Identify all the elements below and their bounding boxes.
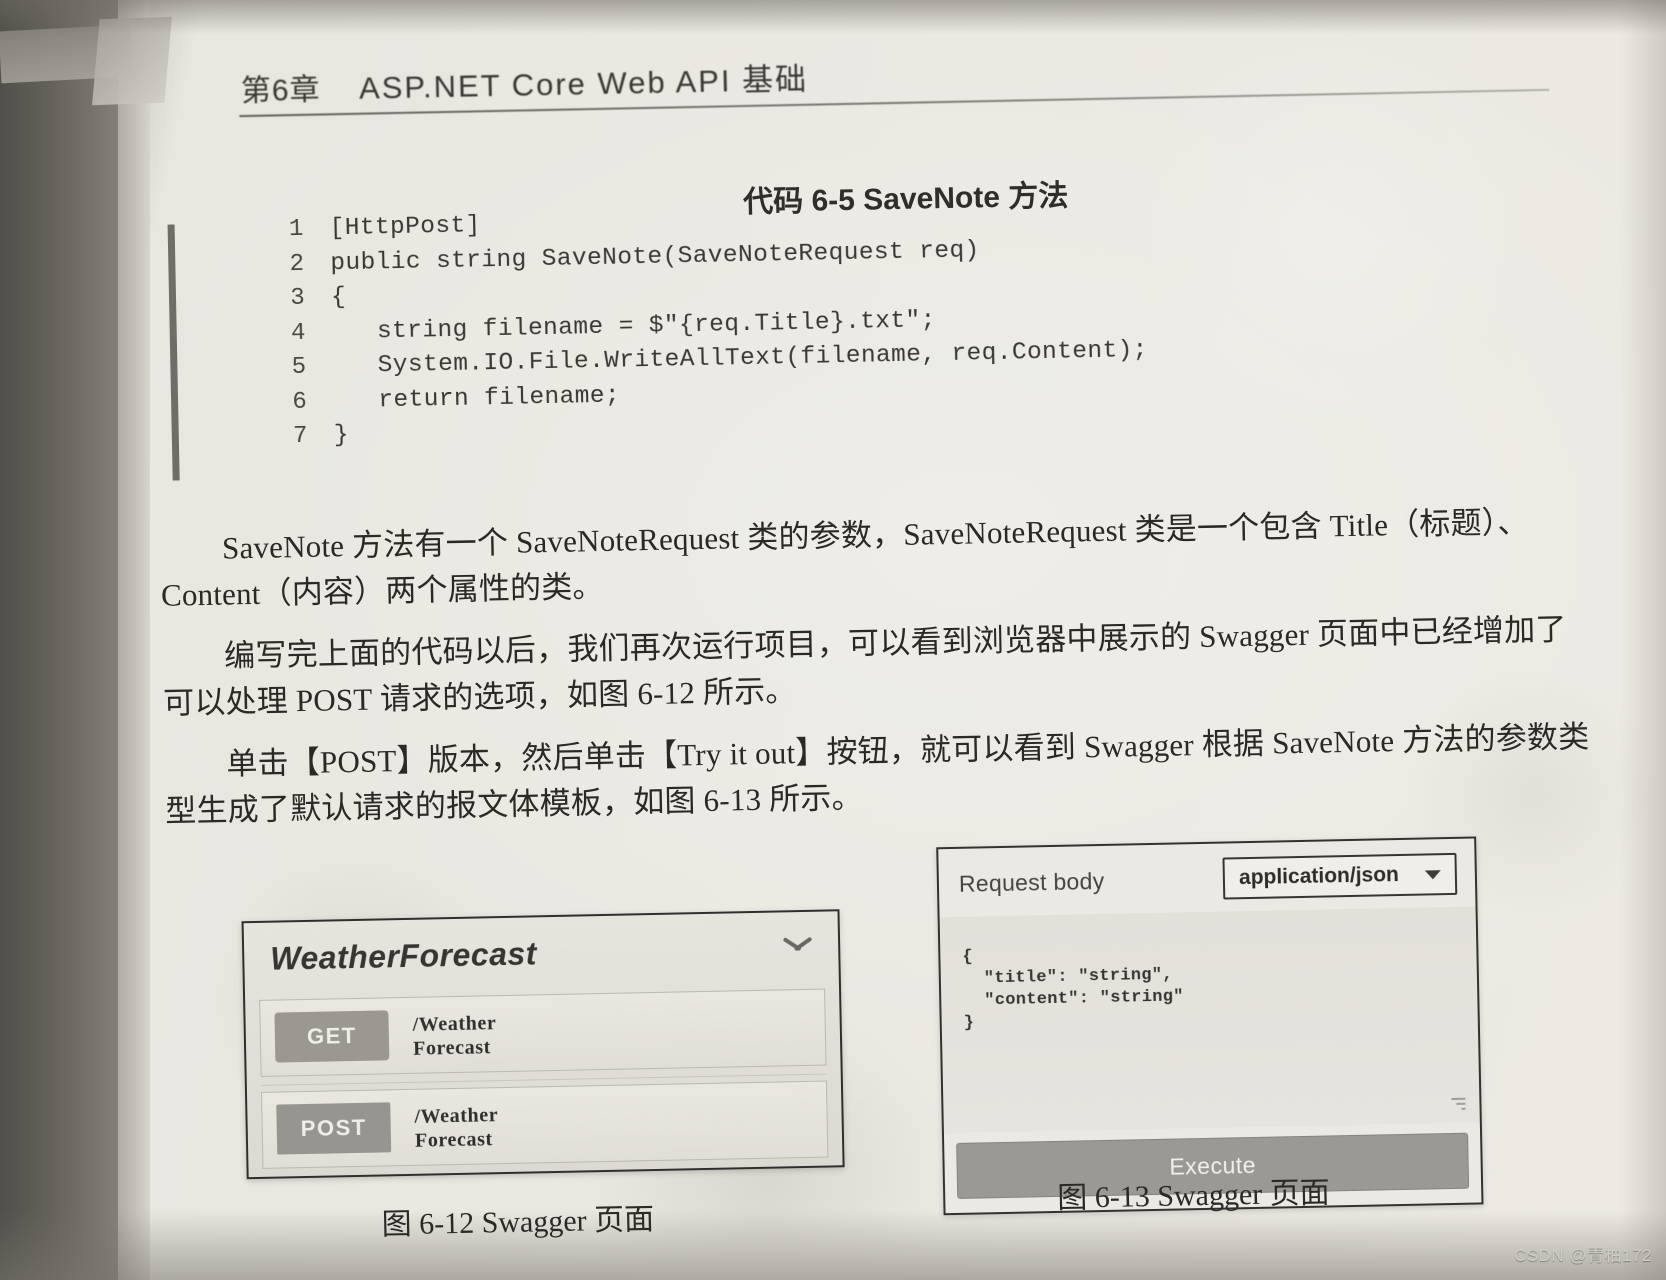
csdn-watermark: CSDN @青柚172 <box>1513 1246 1652 1265</box>
code-line-text: } <box>333 422 350 450</box>
request-body-panel: Request body application/json { "title":… <box>936 836 1484 1216</box>
running-head-title: ASP.NET Core Web API 基础 <box>358 61 809 106</box>
request-body-editor[interactable]: { "title": "string", "content": "string"… <box>939 906 1480 1134</box>
code-line-number: 2 <box>289 250 305 278</box>
media-type-value: application/json <box>1238 863 1400 890</box>
paragraph-indent <box>162 667 224 668</box>
paragraph-1-text: SaveNote 方法有一个 SaveNoteRequest 类的参数，Save… <box>160 504 1529 613</box>
chevron-down-icon[interactable] <box>782 939 812 958</box>
figure-6-13-caption: 图 6-13 Swagger 页面 <box>1056 1176 1331 1215</box>
operation-path-get-line1: /Weather <box>412 1012 497 1036</box>
operation-path-post: /Weather Forecast <box>414 1100 499 1153</box>
code-line-text: { <box>330 284 347 312</box>
request-body-label: Request body <box>958 867 1105 897</box>
operation-path-post-line1: /Weather <box>414 1104 499 1128</box>
figure-6-12: WeatherForecast GET /Weather Forecast PO… <box>241 909 845 1180</box>
page-content: 第6章 ASP.NET Core Web API 基础 代码 6-5 SaveN… <box>0 0 1666 1280</box>
operation-path-post-line2: Forecast <box>414 1128 493 1152</box>
paragraph-3-text: 单击【POST】版本，然后单击【Try it out】按钮，就可以看到 Swag… <box>164 719 1590 829</box>
media-type-select[interactable]: application/json <box>1222 852 1458 900</box>
request-body-header: Request body application/json <box>938 839 1475 918</box>
resize-handle-icon[interactable] <box>1449 1095 1466 1111</box>
running-head-chapter: 第6章 <box>240 73 321 109</box>
code-line-number: 3 <box>289 284 306 313</box>
swagger-tag-header[interactable]: WeatherForecast <box>244 911 839 994</box>
code-line-text: return filename; <box>332 382 621 415</box>
body-paragraph-3: 单击【POST】版本，然后单击【Try it out】按钮，就可以看到 Swag… <box>164 714 1606 835</box>
book-page-photo: 第6章 ASP.NET Core Web API 基础 代码 6-5 SaveN… <box>0 0 1666 1280</box>
operation-path-get: /Weather Forecast <box>412 1008 497 1061</box>
figure-6-13: Request body application/json { "title":… <box>936 836 1484 1216</box>
paragraph-indent <box>165 775 227 776</box>
http-verb-badge-post: POST <box>276 1102 392 1155</box>
code-listing-sidebar <box>167 224 180 481</box>
code-line-number: 1 <box>288 215 304 244</box>
code-line-number: 6 <box>292 388 308 416</box>
swagger-operation-post[interactable]: POST /Weather Forecast <box>260 1080 829 1169</box>
code-line-number: 4 <box>290 319 307 347</box>
chevron-down-icon <box>1424 869 1441 879</box>
paragraph-indent <box>160 559 222 560</box>
code-line-number: 5 <box>291 353 307 382</box>
swagger-tag-panel: WeatherForecast GET /Weather Forecast PO… <box>241 909 845 1180</box>
figure-6-12-caption: 图 6-12 Swagger 页面 <box>381 1203 655 1242</box>
body-paragraph-1: SaveNote 方法有一个 SaveNoteRequest 类的参数，Save… <box>160 498 1582 618</box>
paragraph-2-text: 编写完上面的代码以后，我们再次运行项目，可以看到浏览器中展示的 Swagger … <box>162 611 1567 721</box>
swagger-tag-title: WeatherForecast <box>269 935 538 977</box>
code-listing: 1 [HttpPost] 2 public string SaveNote(Sa… <box>167 198 1214 481</box>
code-line-number: 7 <box>292 422 309 451</box>
http-verb-badge-get: GET <box>274 1010 390 1063</box>
body-paragraph-2: 编写完上面的代码以后，我们再次运行项目，可以看到浏览器中展示的 Swagger … <box>162 606 1584 726</box>
operation-path-get-line2: Forecast <box>412 1036 492 1060</box>
request-body-json: { "title": "string", "content": "string"… <box>962 947 1184 1033</box>
code-line-text: [HttpPost] <box>329 212 481 243</box>
swagger-operation-get[interactable]: GET /Weather Forecast <box>259 988 827 1077</box>
